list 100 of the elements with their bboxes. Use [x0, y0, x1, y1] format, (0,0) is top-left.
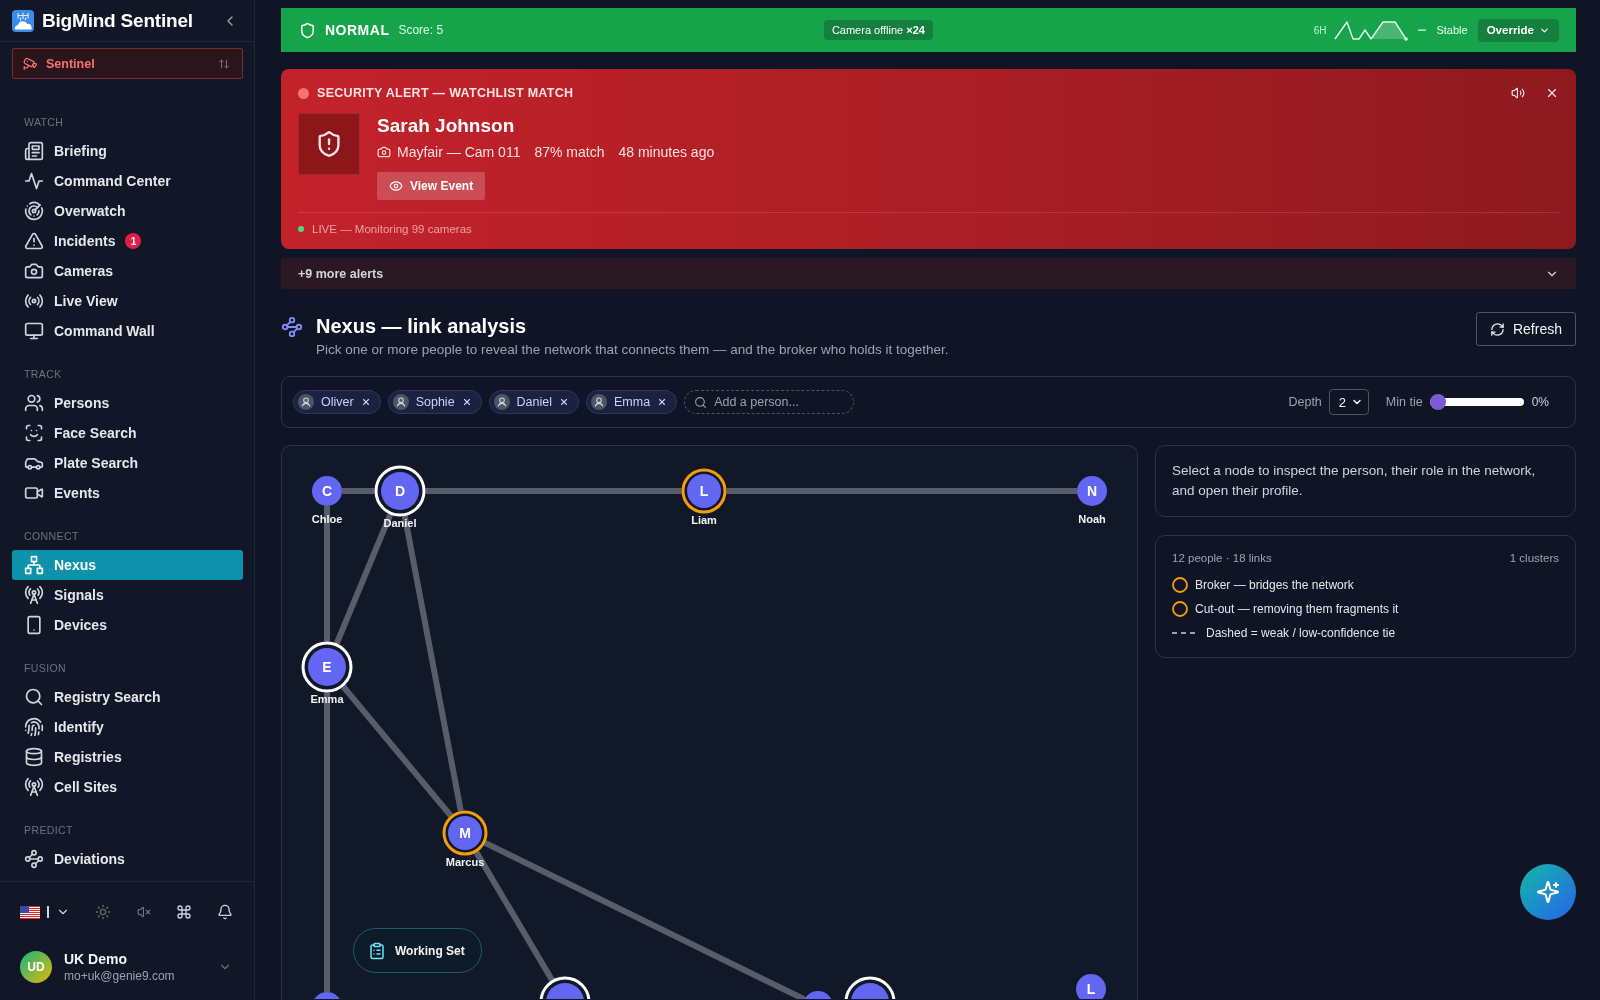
- page-subtitle: Pick one or more people to reveal the network that connects them — and the broker who holds it together.: [316, 341, 949, 359]
- ring-icon: [1172, 601, 1188, 617]
- more-alerts-bar[interactable]: +9 more alerts: [281, 258, 1576, 289]
- assistant-button[interactable]: [1520, 864, 1576, 920]
- user-email: mo+uk@genie9.com: [64, 969, 175, 983]
- nav-item[interactable]: Briefing: [12, 136, 243, 166]
- nav-item[interactable]: Signals: [12, 580, 243, 610]
- nav-item[interactable]: Cell Sites: [12, 772, 243, 802]
- sun-icon[interactable]: [95, 904, 112, 920]
- database-icon: [24, 747, 44, 767]
- flag-icon: [20, 905, 40, 919]
- graph-node[interactable]: C: [312, 476, 342, 506]
- graph-node[interactable]: N: [1077, 476, 1107, 506]
- nav-item[interactable]: Live View: [12, 286, 243, 316]
- graph-node[interactable]: [312, 992, 342, 999]
- search-icon: [694, 396, 708, 409]
- node-label: Daniel: [383, 516, 417, 529]
- nav-item[interactable]: Devices: [12, 610, 243, 640]
- slider-thumb[interactable]: [1429, 394, 1446, 410]
- graph-node[interactable]: M: [442, 810, 488, 856]
- camera-icon: [377, 145, 391, 159]
- graph-node[interactable]: [539, 976, 591, 999]
- depth-select[interactable]: 2: [1328, 389, 1369, 415]
- mode-selector[interactable]: Sentinel: [12, 48, 243, 79]
- radar-icon: [24, 201, 44, 221]
- language-selector[interactable]: [20, 905, 70, 919]
- nav-item[interactable]: Identify: [12, 712, 243, 742]
- close-icon[interactable]: [1545, 86, 1559, 100]
- page-title: Nexus — link analysis: [316, 314, 528, 339]
- graph-node[interactable]: E: [301, 641, 353, 693]
- fingerprint-icon: [24, 717, 44, 737]
- alert-dot-icon: [298, 87, 309, 99]
- graph-node[interactable]: [844, 976, 896, 999]
- refresh-button[interactable]: Refresh: [1475, 312, 1576, 346]
- section-heading: PREDICT: [23, 823, 74, 837]
- person-avatar-icon: [298, 394, 314, 410]
- graph-node[interactable]: [803, 991, 833, 999]
- view-event-button[interactable]: View Event: [377, 172, 486, 200]
- override-button[interactable]: Override: [1477, 18, 1559, 42]
- nav-item[interactable]: Deviations: [12, 844, 243, 874]
- alert-time: 48 minutes ago: [618, 144, 715, 160]
- nav-item[interactable]: Incidents 1: [12, 226, 243, 256]
- nav-item[interactable]: Registries: [12, 742, 243, 772]
- notice-badge: Camera offline ×24: [823, 20, 933, 40]
- nav-item[interactable]: Command Center: [12, 166, 243, 196]
- refresh-icon: [1489, 321, 1505, 337]
- close-icon[interactable]: [360, 397, 371, 407]
- person-avatar-icon: [392, 394, 409, 410]
- speaker-icon[interactable]: [1511, 86, 1525, 100]
- trend-label: Stable: [1436, 24, 1468, 36]
- person-avatar-icon: [591, 394, 608, 410]
- antenna-icon: [24, 777, 44, 797]
- working-set-button[interactable]: Working Set: [353, 928, 482, 973]
- section-heading: CONNECT: [23, 529, 80, 543]
- min-tie-value: 0%: [1531, 395, 1549, 409]
- nav-item[interactable]: Persons: [12, 388, 243, 418]
- match-score: 87% match: [534, 144, 605, 160]
- node-label: Noah: [1078, 513, 1106, 525]
- nav-item[interactable]: Plate Search: [12, 448, 243, 478]
- close-icon[interactable]: [657, 397, 668, 407]
- legend-label: Cut-out — removing them fragments it: [1195, 602, 1399, 616]
- mute-icon[interactable]: [136, 905, 151, 919]
- notification-badge: 1: [125, 233, 142, 249]
- face-scan-icon: [24, 423, 44, 443]
- warning-icon: [24, 231, 44, 251]
- security-camera-icon: [23, 56, 38, 71]
- bell-icon[interactable]: [217, 904, 233, 920]
- person-chip[interactable]: Sophie: [387, 390, 482, 414]
- command-icon[interactable]: [175, 904, 192, 920]
- live-dot-icon: [298, 226, 304, 232]
- nav-item[interactable]: Command Wall: [12, 316, 243, 346]
- shield-icon: [299, 21, 316, 39]
- pulse-icon: [24, 171, 44, 191]
- add-person-field[interactable]: Add a person...: [684, 390, 855, 414]
- nav-item[interactable]: Registry Search: [12, 682, 243, 712]
- legend-label: Broker — bridges the network: [1195, 578, 1354, 592]
- graph-node[interactable]: L: [681, 468, 727, 514]
- tablet-icon: [24, 615, 44, 635]
- ring-icon: [1172, 577, 1188, 593]
- graph-edge: [342, 488, 375, 494]
- person-avatar-icon: [493, 394, 510, 410]
- nav-item[interactable]: Events: [12, 478, 243, 508]
- graph-node[interactable]: D: [374, 465, 426, 517]
- nav-item[interactable]: Face Search: [12, 418, 243, 448]
- camera-icon: [24, 261, 44, 281]
- search-icon: [24, 687, 44, 707]
- person-chip[interactable]: Oliver: [293, 390, 381, 414]
- person-chip[interactable]: Emma: [586, 390, 678, 414]
- close-icon[interactable]: [559, 397, 570, 407]
- nav-item[interactable]: Nexus: [12, 550, 243, 580]
- sparkles-icon: [1536, 880, 1560, 904]
- range-label: 6H: [1313, 24, 1327, 36]
- close-icon[interactable]: [461, 397, 472, 407]
- section-heading: TRACK: [23, 367, 63, 381]
- graph-node[interactable]: L: [1076, 974, 1106, 999]
- node-label: Liam: [691, 513, 717, 526]
- nav-item[interactable]: Overwatch: [12, 196, 243, 226]
- eye-icon: [389, 179, 403, 193]
- nav-item[interactable]: Cameras: [12, 256, 243, 286]
- person-chip[interactable]: Daniel: [488, 390, 580, 414]
